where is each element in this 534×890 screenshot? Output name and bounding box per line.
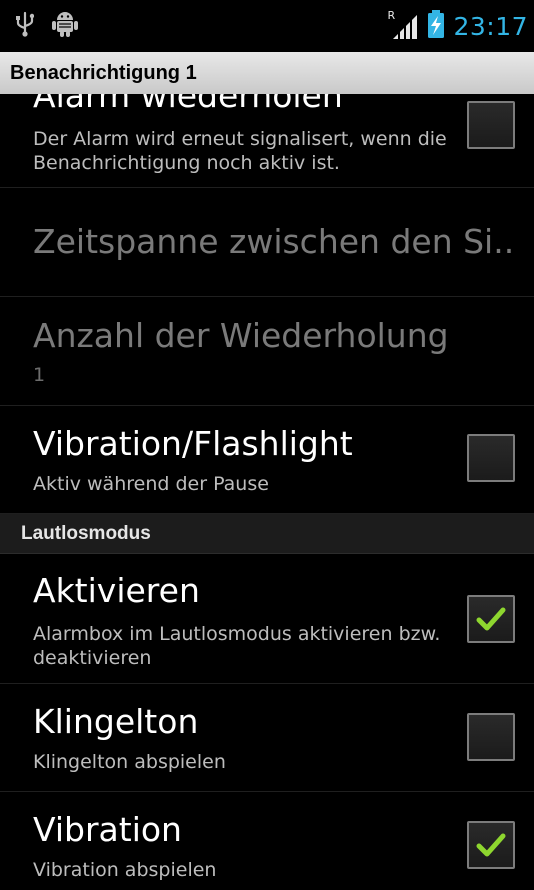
pref-interval[interactable]: Zeitspanne zwischen den Si..: [0, 188, 534, 297]
pref-repeat-count[interactable]: Anzahl der Wiederholung 1: [0, 297, 534, 406]
title-bar: Benachrichtigung 1: [0, 52, 534, 94]
pref-silent-ringtone[interactable]: Klingelton Klingelton abspielen: [0, 684, 534, 792]
pref-repeat-count-title: Anzahl der Wiederholung: [33, 316, 449, 355]
pref-vibration-flashlight[interactable]: Vibration/Flashlight Aktiv während der P…: [0, 406, 534, 514]
pref-alarm-repeat-summary: Der Alarm wird erneut signalisert, wenn …: [33, 128, 447, 174]
pref-silent-ringtone-checkbox[interactable]: [467, 713, 515, 761]
pref-silent-activate[interactable]: Aktivieren Alarmbox im Lautlosmodus akti…: [0, 554, 534, 684]
pref-silent-ringtone-title: Klingelton: [33, 702, 199, 741]
pref-alarm-repeat-title: Alarm wiederholen: [33, 94, 343, 115]
roaming-indicator: R: [387, 9, 396, 22]
pref-silent-vibration-summary: Vibration abspielen: [33, 859, 217, 881]
pref-silent-activate-checkbox[interactable]: [467, 595, 515, 643]
section-header-silent-mode: Lautlosmodus: [0, 514, 534, 554]
pref-alarm-repeat[interactable]: Alarm wiederholen Der Alarm wird erneut …: [0, 94, 534, 188]
pref-vibration-flashlight-title: Vibration/Flashlight: [33, 424, 353, 463]
pref-silent-vibration-title: Vibration: [33, 810, 182, 849]
pref-silent-ringtone-summary: Klingelton abspielen: [33, 751, 226, 773]
pref-silent-activate-summary: Alarmbox im Lautlosmodus aktivieren bzw.…: [33, 623, 441, 669]
section-header-label: Lautlosmodus: [21, 522, 151, 544]
battery-charging-icon: [427, 10, 445, 42]
signal-roaming-icon: R: [387, 9, 419, 41]
preferences-list[interactable]: Alarm wiederholen Der Alarm wird erneut …: [0, 94, 534, 890]
pref-silent-vibration-checkbox[interactable]: [467, 821, 515, 869]
android-debug-icon: [52, 10, 78, 42]
status-time: 23:17: [453, 11, 528, 41]
status-bar: R 23:17: [0, 0, 534, 52]
pref-silent-activate-title: Aktivieren: [33, 571, 200, 610]
pref-vibration-flashlight-summary: Aktiv während der Pause: [33, 473, 269, 495]
pref-interval-title: Zeitspanne zwischen den Si..: [33, 222, 515, 261]
pref-repeat-count-summary: 1: [33, 364, 46, 386]
checkmark-icon: [476, 833, 506, 857]
usb-icon: [16, 11, 35, 41]
pref-vibration-flashlight-checkbox[interactable]: [467, 434, 515, 482]
pref-alarm-repeat-checkbox[interactable]: [467, 101, 515, 149]
pref-silent-vibration[interactable]: Vibration Vibration abspielen: [0, 792, 534, 890]
page-title: Benachrichtigung 1: [10, 61, 197, 84]
checkmark-icon: [476, 607, 506, 631]
